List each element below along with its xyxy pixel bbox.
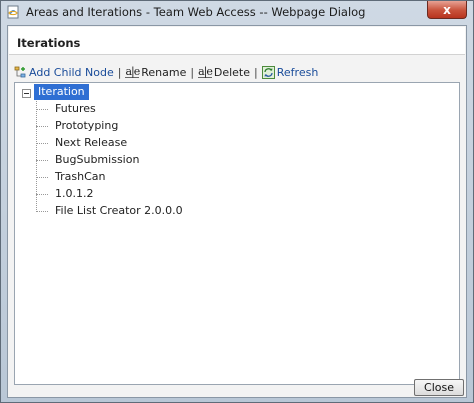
tree-branch-line [36, 210, 48, 212]
tree-node-label: File List Creator 2.0.0.0 [55, 204, 183, 217]
tree-node[interactable]: 1.0.1.2 [36, 186, 93, 202]
tree-node[interactable]: Futures [36, 101, 96, 117]
refresh-icon [261, 65, 275, 79]
tree-node-label: 1.0.1.2 [55, 187, 94, 200]
toolbar-separator: | [254, 65, 258, 79]
toolbar: Add Child Node | a|e Rename | a|e Delete… [14, 64, 454, 80]
tree-node-label: BugSubmission [55, 153, 140, 166]
dialog-content: Iterations Add Child Node | a|e Rename |… [7, 25, 467, 398]
tree-branch-line [36, 193, 48, 195]
tree-node[interactable]: File List Creator 2.0.0.0 [36, 203, 183, 219]
toolbar-separator: | [190, 65, 195, 79]
close-button[interactable]: Close [414, 379, 464, 396]
rename-label: Rename [141, 65, 187, 79]
tree-branch-line [36, 176, 48, 178]
window-title: Areas and Iterations - Team Web Access -… [26, 5, 366, 19]
panel-header: Iterations [9, 27, 465, 55]
dialog-window: Areas and Iterations - Team Web Access -… [0, 0, 474, 403]
refresh-label: Refresh [276, 65, 319, 79]
refresh-button[interactable]: Refresh [261, 65, 319, 79]
tree-node[interactable]: BugSubmission [36, 152, 139, 168]
tree-node-label: Futures [55, 102, 96, 115]
tree-node-label: TrashCan [55, 170, 106, 183]
delete-label: Delete [213, 65, 251, 79]
tree-branch-line [36, 159, 48, 161]
iteration-tree[interactable]: Iteration Futures Prototyping Next Relea… [14, 82, 460, 385]
tree-node[interactable]: Next Release [36, 135, 127, 151]
tree-node-iteration[interactable]: Iteration [34, 84, 89, 100]
add-node-icon [14, 66, 26, 77]
tree-node-label: Next Release [55, 136, 128, 149]
toolbar-separator: | [117, 65, 122, 79]
panel-title: Iterations [17, 36, 81, 50]
collapse-toggle-icon[interactable] [22, 89, 31, 98]
rename-icon: a|e [125, 64, 140, 78]
tree-branch-line [36, 108, 48, 110]
tree-branch-line [36, 125, 48, 127]
delete-icon: a|e [198, 64, 213, 78]
tree-branch-line [36, 142, 48, 144]
add-child-node-button[interactable]: Add Child Node [14, 66, 114, 79]
rename-button[interactable]: a|e Rename [125, 66, 186, 79]
ie-page-icon [7, 5, 19, 19]
window-close-button[interactable]: x [427, 1, 467, 19]
tree-node[interactable]: Prototyping [36, 118, 118, 134]
tree-node-label: Prototyping [55, 119, 119, 132]
delete-button[interactable]: a|e Delete [198, 66, 250, 79]
tree-node[interactable]: TrashCan [36, 169, 105, 185]
close-icon: x [443, 2, 451, 17]
add-child-node-label: Add Child Node [29, 65, 114, 79]
title-bar[interactable]: Areas and Iterations - Team Web Access -… [1, 1, 473, 23]
